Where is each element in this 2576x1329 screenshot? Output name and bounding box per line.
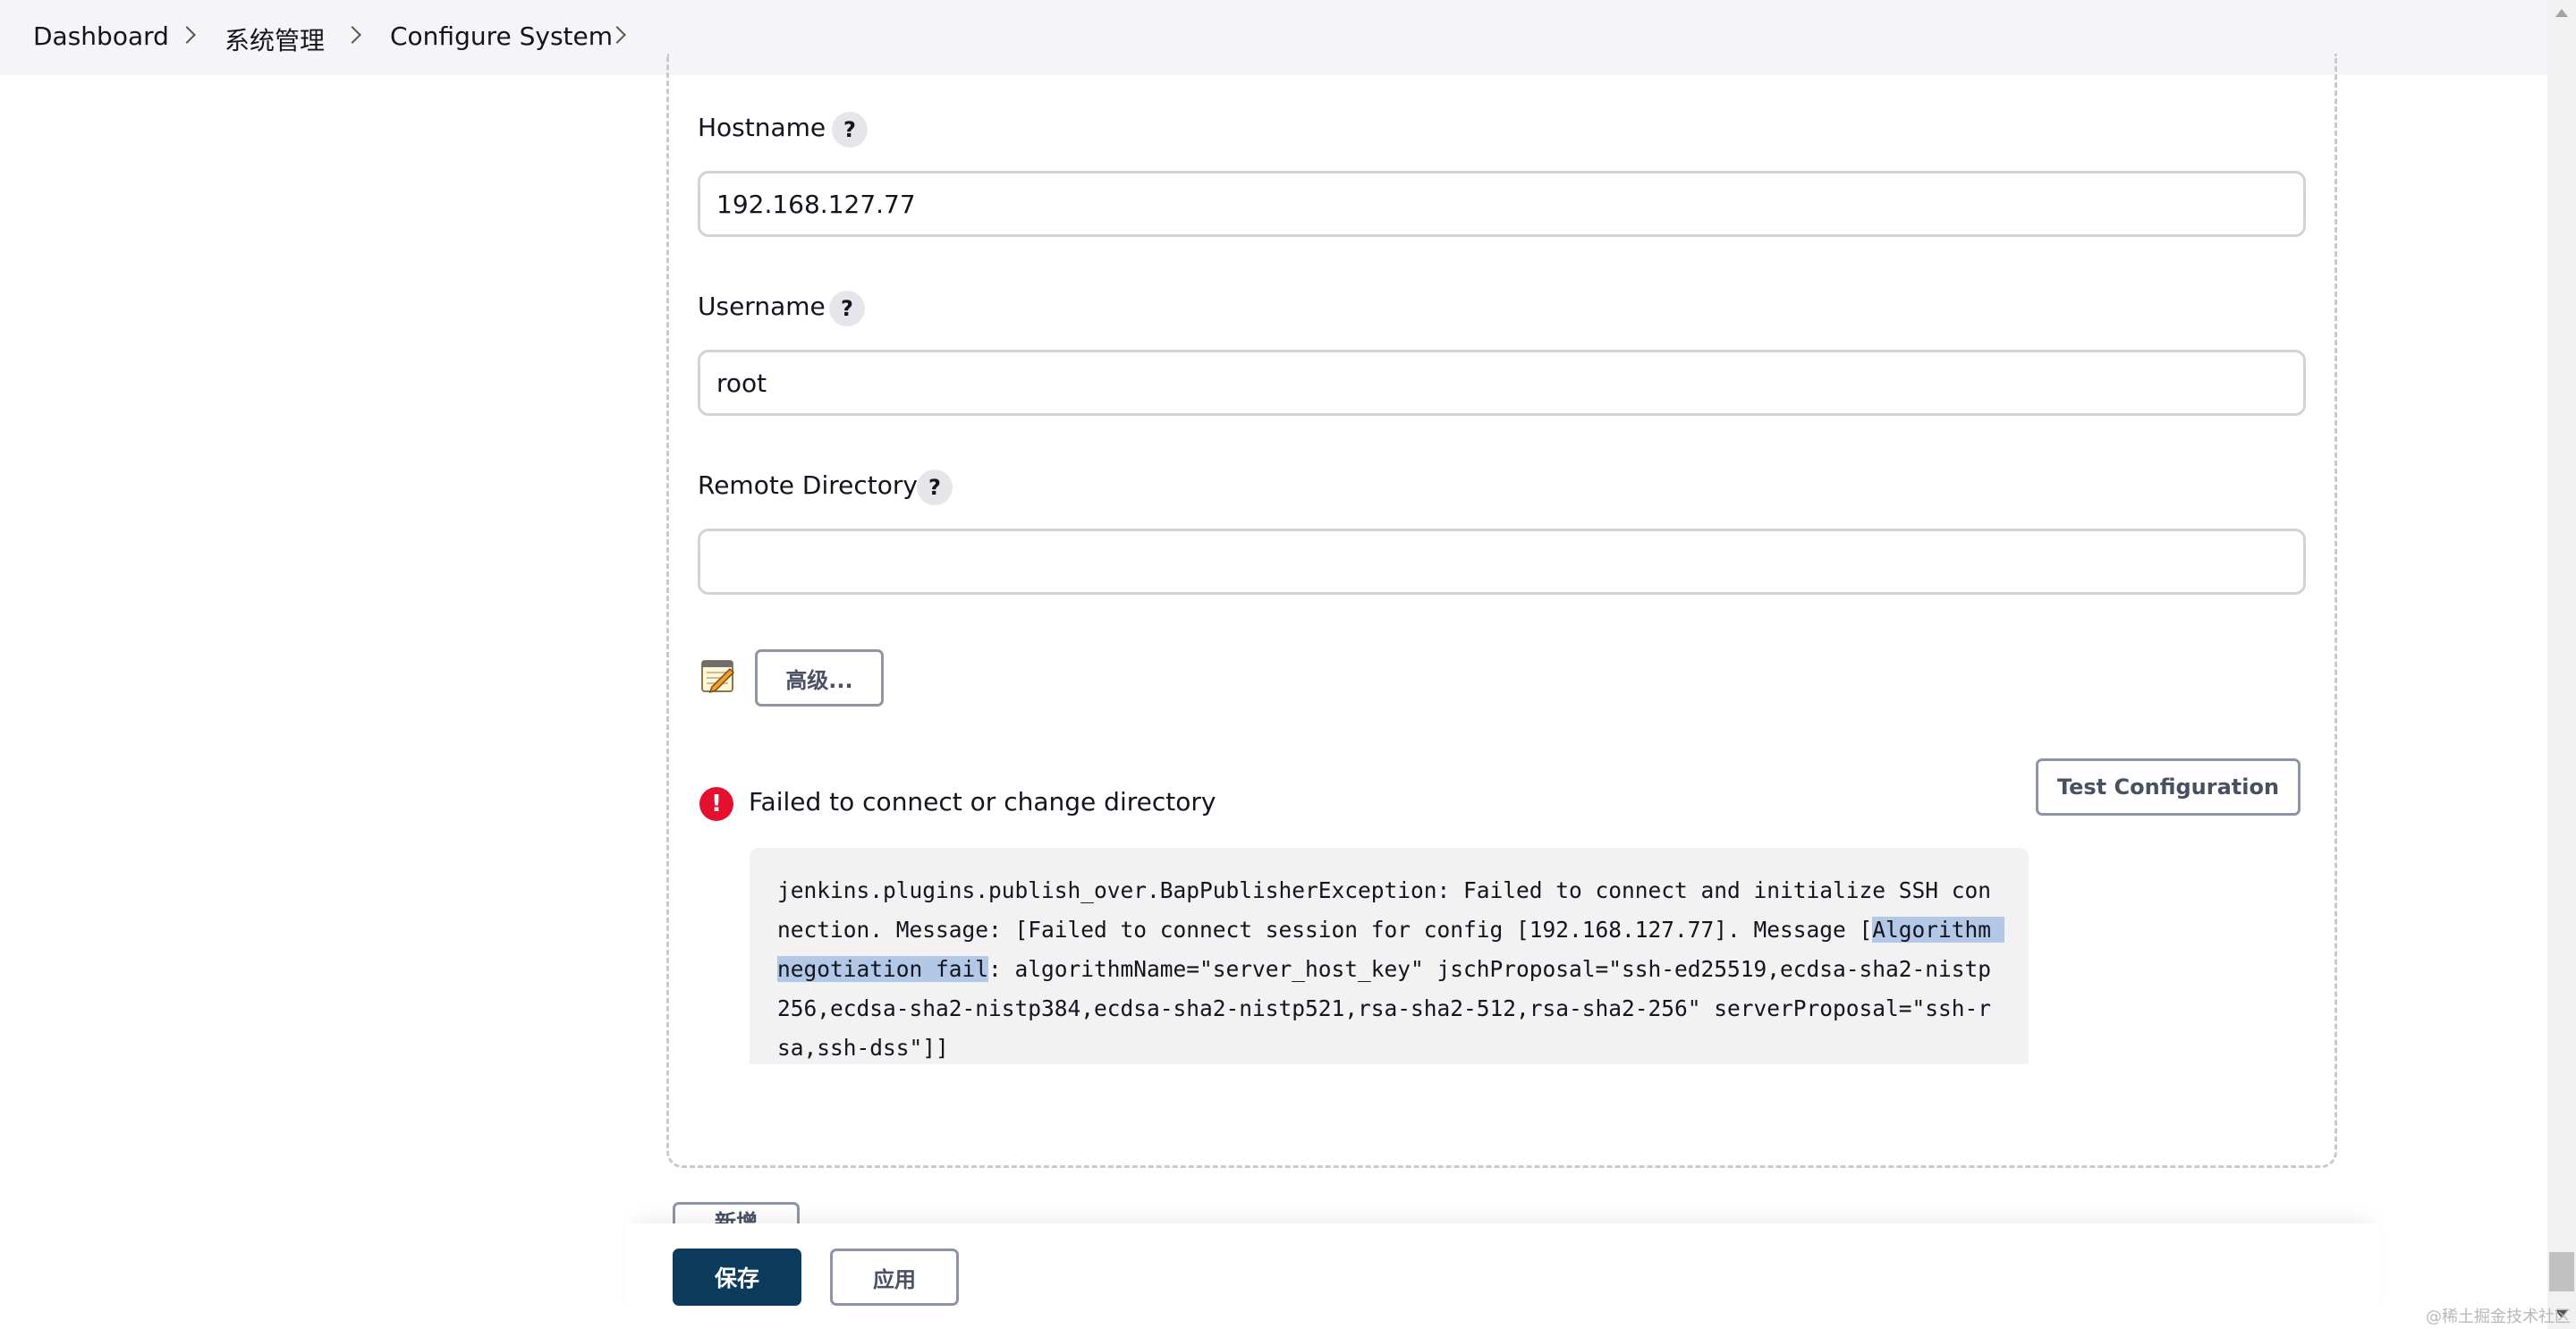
hostname-help-icon[interactable]: ? [832, 112, 868, 148]
error-details: jenkins.plugins.publish_over.BapPublishe… [750, 848, 2029, 1064]
remote-directory-input[interactable] [698, 529, 2306, 595]
test-configuration-button[interactable]: Test Configuration [2036, 758, 2301, 816]
username-label: Username [698, 292, 826, 321]
error-icon: ! [699, 787, 733, 821]
watermark: @稀土掘金技术社区 [2426, 1308, 2571, 1326]
breadcrumb-item-system-management[interactable]: 系统管理 [225, 21, 325, 57]
error-message-text: jenkins.plugins.publish_over.BapPublishe… [777, 877, 1992, 943]
advanced-button[interactable]: 高级... [755, 649, 884, 707]
chevron-right-icon [343, 26, 361, 44]
save-button[interactable]: 保存 [673, 1249, 801, 1306]
scrollbar-thumb[interactable] [2549, 1252, 2574, 1291]
username-input[interactable] [698, 350, 2306, 416]
username-help-icon[interactable]: ? [829, 291, 865, 326]
chevron-right-icon [178, 26, 196, 44]
scroll-up-arrow-icon[interactable] [2555, 9, 2568, 17]
hostname-input[interactable] [698, 171, 2306, 237]
breadcrumb-item-dashboard[interactable]: Dashboard [33, 21, 169, 51]
remote-directory-help-icon[interactable]: ? [917, 470, 953, 505]
error-title: Failed to connect or change directory [749, 787, 1216, 817]
notepad-icon [701, 660, 735, 694]
remote-directory-label: Remote Directory [698, 470, 918, 500]
scrollbar[interactable] [2547, 0, 2576, 1329]
apply-button[interactable]: 应用 [830, 1249, 959, 1306]
hostname-label: Hostname [698, 113, 826, 142]
breadcrumb-item-configure-system[interactable]: Configure System [390, 21, 613, 51]
